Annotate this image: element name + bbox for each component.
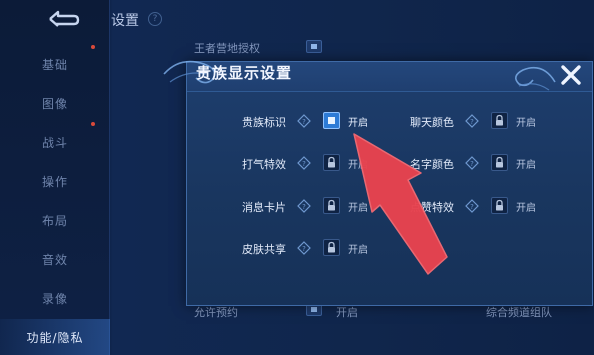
option-name-color-label: 名字颜色 xyxy=(410,158,454,171)
allow-reservation-label: 允许预约 xyxy=(194,306,238,319)
allow-reservation-state: 开启 xyxy=(336,306,358,319)
option-like-effect-state: 开启 xyxy=(516,203,536,214)
sidebar-item-replay[interactable]: 录像 xyxy=(0,280,110,319)
diamond-help-icon[interactable]: ? xyxy=(297,114,311,128)
camp-auth-toggle[interactable] xyxy=(306,40,322,53)
diamond-help-icon[interactable]: ? xyxy=(465,114,479,128)
sidebar-item-layout[interactable]: 布局 xyxy=(0,202,110,241)
diamond-help-icon[interactable]: ? xyxy=(297,199,311,213)
diamond-help-icon[interactable]: ? xyxy=(465,199,479,213)
close-x-icon[interactable] xyxy=(558,62,584,88)
option-chat-color-label: 聊天颜色 xyxy=(410,116,454,129)
option-like-effect-label: 点赞特效 xyxy=(410,201,454,214)
lock-icon xyxy=(496,156,503,168)
notification-dot xyxy=(91,122,95,126)
lock-icon xyxy=(496,199,503,211)
settings-sidebar: 基础 图像 战斗 操作 布局 音效 录像 功能/隐私 xyxy=(0,0,110,355)
diamond-help-icon[interactable]: ? xyxy=(297,156,311,170)
option-message-card-label: 消息卡片 xyxy=(242,201,286,214)
option-chat-color-state: 开启 xyxy=(516,118,536,129)
page-title: 设置 xyxy=(111,13,139,29)
notification-dot xyxy=(91,45,95,49)
svg-text:?: ? xyxy=(470,203,474,211)
sidebar-item-graphics[interactable]: 图像 xyxy=(0,85,110,124)
option-cheer-effect-label: 打气特效 xyxy=(242,158,286,171)
svg-text:?: ? xyxy=(302,118,306,126)
option-cheer-effect-lock[interactable] xyxy=(323,154,340,171)
sidebar-item-combat[interactable]: 战斗 xyxy=(0,124,110,163)
help-icon[interactable]: ? xyxy=(148,12,162,26)
back-arrow-icon[interactable] xyxy=(42,8,82,30)
sidebar-item-sound[interactable]: 音效 xyxy=(0,241,110,280)
svg-text:?: ? xyxy=(302,203,306,211)
sidebar-item-privacy[interactable]: 功能/隐私 xyxy=(0,319,110,355)
option-message-card-state: 开启 xyxy=(348,203,368,214)
diamond-help-icon[interactable]: ? xyxy=(465,156,479,170)
option-noble-badge-checkbox[interactable] xyxy=(323,112,340,129)
lock-icon xyxy=(328,199,335,211)
option-skin-share-state: 开启 xyxy=(348,245,368,256)
option-like-effect-lock[interactable] xyxy=(491,197,508,214)
noble-display-settings-dialog xyxy=(186,61,593,306)
sidebar-item-controls[interactable]: 操作 xyxy=(0,163,110,202)
option-skin-share-lock[interactable] xyxy=(323,239,340,256)
option-name-color-state: 开启 xyxy=(516,160,536,171)
option-chat-color-lock[interactable] xyxy=(491,112,508,129)
svg-text:?: ? xyxy=(302,245,306,253)
lock-icon xyxy=(328,156,335,168)
option-message-card-lock[interactable] xyxy=(323,197,340,214)
svg-text:?: ? xyxy=(470,118,474,126)
option-noble-badge-state: 开启 xyxy=(348,118,368,129)
diamond-help-icon[interactable]: ? xyxy=(297,241,311,255)
option-skin-share-label: 皮肤共享 xyxy=(242,243,286,256)
lock-icon xyxy=(328,241,335,253)
dialog-title: 贵族显示设置 xyxy=(196,64,293,82)
channel-team-label: 综合频道组队 xyxy=(486,306,552,319)
option-noble-badge-label: 贵族标识 xyxy=(242,116,286,129)
sidebar-item-basic[interactable]: 基础 xyxy=(0,46,110,85)
svg-text:?: ? xyxy=(302,160,306,168)
camp-auth-label: 王者营地授权 xyxy=(194,42,260,55)
option-name-color-lock[interactable] xyxy=(491,154,508,171)
option-cheer-effect-state: 开启 xyxy=(348,160,368,171)
svg-text:?: ? xyxy=(470,160,474,168)
lock-icon xyxy=(496,114,503,126)
